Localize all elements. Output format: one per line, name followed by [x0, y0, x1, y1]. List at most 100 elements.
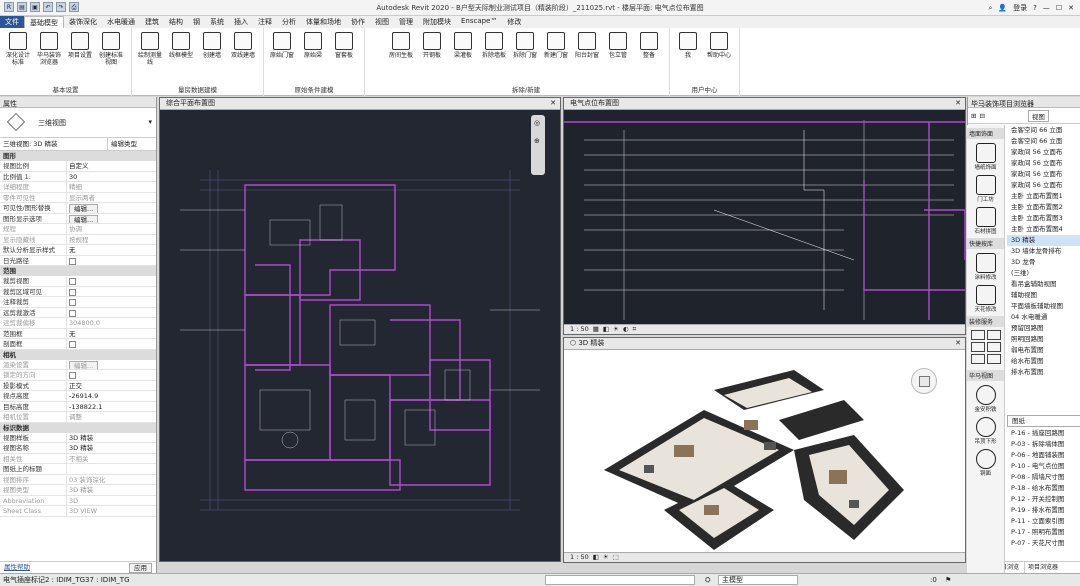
ribbon-button[interactable]: 开钢板 — [418, 32, 446, 59]
browser-item[interactable]: 家政间 56 立面布 — [1007, 158, 1080, 169]
ribbon-button[interactable]: 项目设置 — [66, 32, 94, 59]
sheet-item[interactable]: P-08 - 隔墙尺寸图 — [1007, 472, 1080, 483]
browser-item[interactable]: 3D 精装 — [1007, 235, 1080, 246]
property-section-header[interactable]: 图形 — [0, 151, 156, 161]
design-option[interactable]: 主模型 — [718, 575, 798, 585]
property-value[interactable]: 无 — [66, 245, 156, 255]
close-icon[interactable]: ✕ — [955, 338, 961, 349]
browser-item[interactable]: 3D 墙体龙骨排布 — [1007, 246, 1080, 257]
property-checkbox[interactable] — [69, 288, 76, 296]
browser-item[interactable]: 家政间 56 立面布 — [1007, 147, 1080, 158]
viewcube-face[interactable] — [919, 376, 930, 387]
ribbon-tab[interactable]: 系统 — [205, 16, 229, 28]
ribbon-tab[interactable]: 分析 — [277, 16, 301, 28]
browser-item[interactable]: 主卧 立面布置图3 — [1007, 213, 1080, 224]
ribbon-button[interactable]: 拆除墙板 — [480, 32, 508, 59]
ribbon-tab[interactable]: 管理 — [394, 16, 418, 28]
user-icon[interactable]: 👤 — [998, 4, 1007, 12]
sheet-item[interactable]: P-12 - 开关控制图 — [1007, 494, 1080, 505]
property-checkbox[interactable] — [69, 299, 76, 306]
ribbon-tab[interactable]: 基础模型 — [24, 16, 64, 28]
zoom-icon[interactable]: ⊕ — [534, 137, 540, 145]
sheet-item[interactable]: P-10 - 电气点位图 — [1007, 461, 1080, 472]
3d-view[interactable]: ⬡ 3D 精装 ✕ 1 : 50 ◧ ☀ ⬚ — [563, 337, 966, 563]
property-value[interactable]: 编辑... — [66, 213, 156, 223]
ribbon-tab[interactable]: 水电暖通 — [102, 16, 140, 28]
ribbon-tab[interactable]: 结构 — [164, 16, 188, 28]
close-icon[interactable]: ✕ — [955, 98, 961, 109]
sidebar-section[interactable]: 快捷按库 — [967, 238, 1004, 249]
ribbon-tab[interactable]: 附加模块 — [418, 16, 456, 28]
ribbon-button[interactable]: 双线建墙 — [229, 32, 257, 59]
electrical-plan-view[interactable]: 电气点位布置图 ✕ 1 : 50 ▦ ◧ ☀ ◐ ⌗ — [563, 97, 966, 335]
browser-item[interactable]: 家政间 56 立面布 — [1007, 169, 1080, 180]
ribbon-button[interactable]: 整备 — [635, 32, 663, 59]
property-checkbox[interactable] — [69, 309, 76, 317]
property-value[interactable]: 3D 精装 — [66, 432, 156, 442]
floor-plan-view[interactable]: 综合平面布置图 ✕ — [159, 97, 561, 562]
browser-item[interactable]: 主卧 立面布置图4 — [1007, 224, 1080, 235]
tree-icon[interactable]: ⊞ — [971, 112, 976, 120]
steering-wheel-icon[interactable]: ◎ — [534, 119, 540, 127]
ribbon-button[interactable]: 原始门窗 — [268, 32, 296, 59]
browser-item[interactable]: 3D 龙骨 — [1007, 257, 1080, 268]
property-value[interactable]: 3D VIEW — [66, 506, 156, 516]
ribbon-button[interactable]: 房间生板 — [387, 32, 415, 59]
properties-help-link[interactable]: 属性帮助 — [4, 562, 30, 573]
property-value[interactable] — [66, 339, 156, 349]
property-checkbox[interactable] — [69, 372, 76, 379]
property-value[interactable]: 3D 精装 — [66, 443, 156, 453]
navigation-bar[interactable]: ◎ ⊕ — [531, 115, 545, 175]
property-value[interactable]: 无 — [66, 328, 156, 338]
section-box-icon[interactable]: ⬚ — [613, 553, 619, 562]
sidebar-tool-button[interactable]: 墙纸饰面 — [967, 143, 1004, 171]
property-value[interactable] — [66, 255, 156, 265]
ribbon-button[interactable]: 线框模型 — [167, 32, 195, 59]
browser-item[interactable]: 主卧 立面布置图1 — [1007, 191, 1080, 202]
decor-tile-icon[interactable] — [987, 354, 1001, 364]
property-value[interactable]: 自定义 — [66, 161, 156, 171]
ribbon-tab[interactable]: 装饰深化 — [64, 16, 102, 28]
sheet-item[interactable]: P-03 - 拆除墙体图 — [1007, 439, 1080, 450]
detail-level-icon[interactable]: ▦ — [593, 325, 599, 334]
ribbon-button[interactable]: 帮助中心 — [705, 32, 733, 59]
browser-tab-project[interactable]: 项目浏览器 — [1025, 562, 1080, 573]
property-value[interactable]: 协调 — [66, 224, 156, 234]
browser-item[interactable]: 家政间 56 立面布 — [1007, 180, 1080, 191]
ribbon-tab[interactable]: 修改 — [502, 16, 526, 28]
workset-box[interactable] — [545, 575, 695, 585]
sheet-item[interactable]: P-16 - 插座回路图 — [1007, 428, 1080, 439]
browser-item[interactable]: 平面墙板辅助视图 — [1007, 301, 1080, 312]
browser-item[interactable]: 04 水电暖通 — [1007, 312, 1080, 323]
view-tab-3d[interactable]: ⬡ 3D 精装 ✕ — [564, 338, 965, 350]
decor-tile-icon[interactable] — [987, 342, 1001, 352]
sidebar-tool-button[interactable]: 涂料修改 — [967, 253, 1004, 281]
sun-path-icon[interactable]: ☀ — [613, 325, 619, 334]
visual-style-icon[interactable]: ◧ — [593, 553, 599, 562]
property-value[interactable]: 编辑... — [66, 359, 156, 369]
visual-style-icon[interactable]: ◧ — [603, 325, 609, 334]
render-icon[interactable]: ☀ — [603, 553, 609, 562]
view-tab-electrical[interactable]: 电气点位布置图 ✕ — [564, 98, 965, 110]
property-value[interactable] — [66, 464, 156, 474]
ribbon-tab[interactable]: 钢 — [188, 16, 205, 28]
browser-item[interactable]: (三维) — [1007, 268, 1080, 279]
browser-item[interactable]: 会客空间 66 立面 — [1007, 136, 1080, 147]
property-value[interactable]: 按规程 — [66, 234, 156, 244]
edit-button[interactable]: 编辑... — [69, 204, 99, 213]
browser-item[interactable]: 照明回路图 — [1007, 334, 1080, 345]
ribbon-button[interactable]: 新建门窗 — [542, 32, 570, 59]
property-value[interactable]: 显示两者 — [66, 192, 156, 202]
close-button[interactable]: ✕ — [1068, 4, 1074, 12]
browser-item[interactable]: 预留回路图 — [1007, 323, 1080, 334]
ribbon-tab[interactable]: 体量和场地 — [301, 16, 346, 28]
apply-button[interactable]: 应用 — [129, 563, 152, 573]
view-filter-dropdown[interactable]: 视图 — [1027, 109, 1049, 122]
property-value[interactable]: -138822.1 — [66, 401, 156, 411]
browser-item[interactable]: 排水布置图 — [1007, 367, 1080, 378]
ribbon-button[interactable]: 绘制测量线 — [136, 32, 164, 66]
property-section-header[interactable]: 范围 — [0, 266, 156, 276]
property-value[interactable]: 3D 精装 — [66, 485, 156, 495]
crop-icon[interactable]: ⌗ — [633, 325, 637, 334]
edit-button[interactable]: 编辑... — [69, 360, 99, 369]
